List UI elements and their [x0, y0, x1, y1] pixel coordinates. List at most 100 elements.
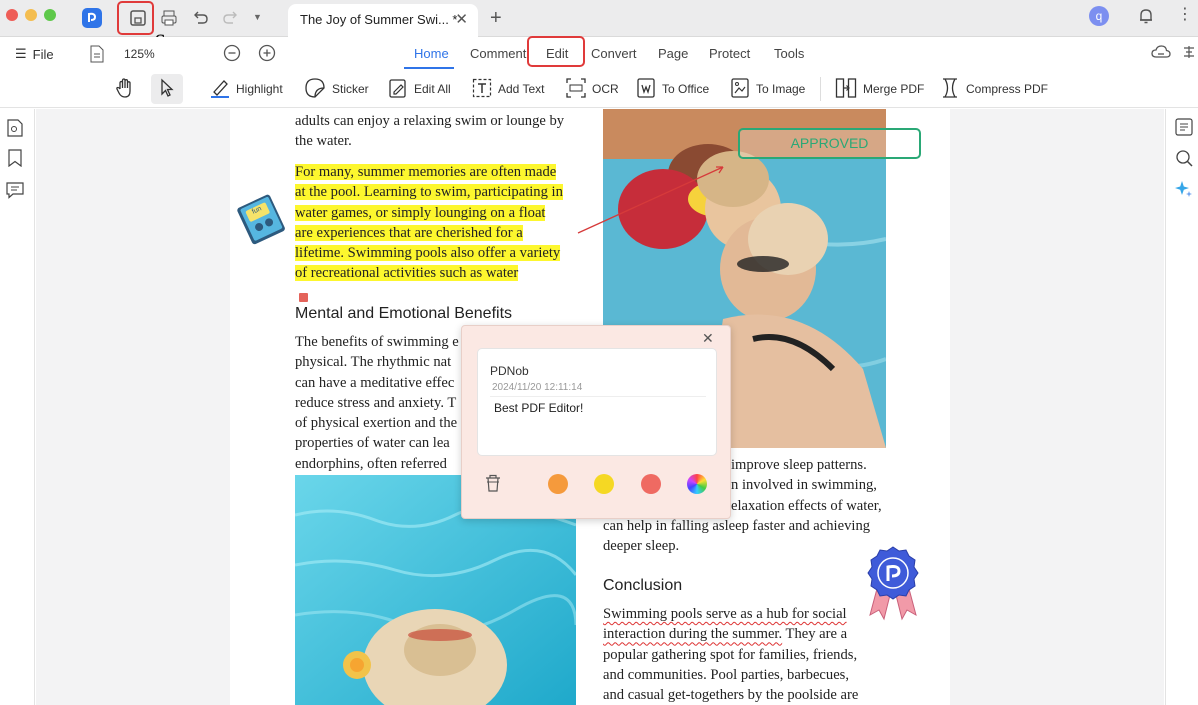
to-office-button[interactable]: To Office [636, 76, 709, 102]
active-tab-indicator [404, 67, 454, 69]
ocr-label: OCR [592, 82, 619, 96]
new-tab-icon[interactable]: + [490, 7, 502, 30]
ocr-button[interactable]: OCR [566, 76, 619, 102]
arrow-annotation[interactable] [570, 159, 730, 239]
thumbnails-icon[interactable] [6, 119, 24, 142]
page-view-icon[interactable] [89, 45, 105, 68]
to-office-label: To Office [662, 82, 710, 96]
to-office-icon [636, 77, 656, 102]
comment-timestamp: 2024/11/20 12:11:14 [492, 382, 583, 393]
text-line: the water. [295, 133, 352, 150]
compress-pdf-button[interactable]: Compress PDF [940, 76, 1048, 102]
file-menu[interactable]: ☰ File [15, 46, 54, 62]
sticker-label: Sticker [332, 82, 369, 96]
text-line: popular gathering spot for families, fri… [603, 646, 858, 663]
tab-comment[interactable]: Comment [470, 46, 526, 61]
tab-protect[interactable]: Protect [709, 46, 750, 61]
document-tab[interactable]: The Joy of Summer Swi... * ✕ [288, 4, 478, 37]
menu-bar: ☰ File 125% Home Comment Edit Convert Pa… [0, 37, 1198, 70]
highlighter-icon [210, 77, 230, 102]
close-window-button[interactable] [6, 9, 18, 21]
text-line: deeper sleep. [603, 538, 680, 555]
comment-note-card: PDNob 2024/11/20 12:11:14 Best PDF Edito… [477, 348, 717, 456]
tab-tools[interactable]: Tools [774, 46, 804, 61]
close-tab-icon[interactable]: ✕ [455, 10, 468, 28]
to-image-button[interactable]: To Image [730, 76, 805, 102]
text-line: properties of water can lea [295, 435, 450, 452]
quick-access-dropdown-icon[interactable]: ▼ [253, 12, 262, 22]
mental-benefits-paragraph: The benefits of swimming e physical. The… [295, 332, 459, 474]
zoom-out-icon[interactable] [223, 44, 241, 67]
comment-divider [490, 396, 706, 397]
zoom-level[interactable]: 125% [124, 47, 155, 61]
book-sticker[interactable]: fun [234, 193, 290, 250]
color-swatch-yellow[interactable] [594, 474, 614, 494]
highlighted-line: of recreational activities such as water [295, 265, 519, 282]
text-line: endorphins, often referred [295, 455, 447, 472]
hand-icon [114, 77, 136, 102]
conclusion-paragraph: Swimming pools serve as a hub for social… [603, 604, 858, 705]
toolbar-divider [820, 77, 821, 101]
close-popup-icon[interactable]: ✕ [702, 330, 714, 347]
redo-icon[interactable] [222, 9, 240, 32]
panel-collapse-icon[interactable] [1182, 44, 1196, 65]
text-line: The benefits of swimming e [295, 334, 459, 350]
edit-all-icon [388, 77, 408, 102]
underlined-text: interaction during the summer. [603, 626, 783, 643]
to-image-icon [730, 77, 750, 102]
search-icon[interactable] [1175, 149, 1193, 172]
zoom-in-icon[interactable] [258, 44, 276, 67]
minimize-window-button[interactable] [25, 9, 37, 21]
intro-paragraph: adults can enjoy a relaxing swim or loun… [295, 111, 564, 152]
comments-panel-icon[interactable] [6, 181, 24, 204]
trash-icon[interactable] [484, 473, 502, 498]
avatar[interactable]: q [1089, 6, 1109, 26]
highlighted-line: lifetime. Swimming pools also offer a va… [295, 245, 561, 262]
color-swatch-red[interactable] [641, 474, 661, 494]
right-sidebar [1165, 109, 1198, 705]
approved-stamp[interactable]: APPROVED [738, 128, 921, 159]
hand-tool-button[interactable] [114, 76, 136, 102]
app-logo-icon [82, 8, 102, 28]
merge-pdf-button[interactable]: Merge PDF [835, 76, 924, 102]
select-tool-button[interactable] [151, 74, 183, 104]
pdnob-badge-sticker[interactable] [864, 545, 922, 626]
text-line: adults can enjoy a relaxing swim or loun… [295, 113, 565, 129]
edit-all-label: Edit All [414, 82, 451, 96]
merge-pdf-label: Merge PDF [863, 82, 925, 96]
undo-icon[interactable] [191, 9, 209, 32]
highlighted-line: at the pool. Learning to swim, participa… [295, 184, 563, 201]
comment-popup[interactable]: ✕ PDNob 2024/11/20 12:11:14 Best PDF Edi… [461, 325, 731, 519]
bookmark-icon[interactable] [6, 149, 24, 172]
tab-page[interactable]: Page [658, 46, 688, 61]
more-options-icon[interactable]: ⋮ [1177, 4, 1193, 24]
edit-all-button[interactable]: Edit All [388, 76, 451, 102]
highlighted-line: are experiences that are cherished for a [295, 224, 523, 241]
ai-sparkle-icon[interactable] [1174, 179, 1194, 204]
properties-icon[interactable] [1175, 118, 1193, 141]
text-fragment: They are a [782, 626, 848, 643]
bell-icon[interactable] [1137, 7, 1155, 30]
print-icon[interactable] [160, 9, 178, 32]
sticker-button[interactable]: Sticker [304, 76, 369, 102]
add-text-button[interactable]: Add Text [472, 76, 544, 102]
comment-marker-icon[interactable] [299, 293, 308, 302]
cloud-icon[interactable] [1151, 44, 1171, 65]
highlight-button[interactable]: Highlight [210, 76, 283, 102]
tool-bar: Highlight Sticker Edit All Add Text OCR … [0, 70, 1198, 108]
comment-author: PDNob [490, 364, 529, 378]
text-line: reduce stress and anxiety. T [295, 394, 457, 411]
add-text-icon [472, 78, 492, 101]
highlighted-line: water games, or simply lounging on a flo… [295, 204, 546, 221]
cursor-icon [158, 77, 176, 101]
tab-home[interactable]: Home [414, 46, 449, 61]
comment-text-field[interactable]: Best PDF Editor! [494, 401, 583, 415]
maximize-window-button[interactable] [44, 9, 56, 21]
color-picker-icon[interactable] [687, 474, 707, 494]
text-line: and communities. Pool parties, barbecues… [603, 666, 850, 683]
compress-pdf-label: Compress PDF [966, 82, 1049, 96]
tab-convert[interactable]: Convert [591, 46, 637, 61]
color-swatch-orange[interactable] [548, 474, 568, 494]
highlighted-paragraph[interactable]: For many, summer memories are often made… [295, 162, 563, 284]
conclusion-heading: Conclusion [603, 577, 683, 594]
